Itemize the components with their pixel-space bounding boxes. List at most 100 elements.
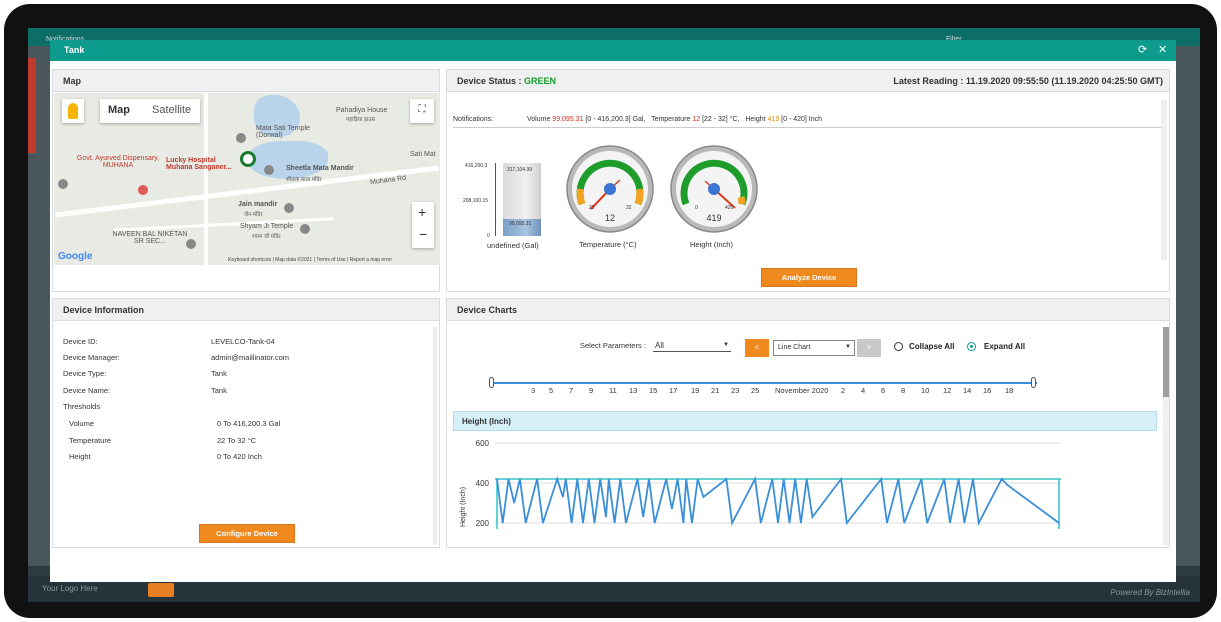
fullscreen-icon[interactable]: ⛶ xyxy=(410,99,434,123)
status-label: Device Status : xyxy=(457,76,522,86)
timeline-label: 14 xyxy=(963,386,972,395)
collapse-all-label[interactable]: Collapse All xyxy=(909,342,955,351)
lake-shape xyxy=(248,141,328,179)
tank-upper-label: 317,104.99 xyxy=(507,167,533,173)
powered-by: Powered By BizIntellia xyxy=(1110,588,1190,597)
threshold-label: Height xyxy=(69,452,91,461)
device-name-value: Tank xyxy=(211,386,227,395)
tank-tick-label: 208,100.15 xyxy=(463,198,489,204)
status-value: GREEN xyxy=(524,76,557,86)
terms-link[interactable]: Terms of Use xyxy=(316,257,345,263)
info-label: Device Type: xyxy=(63,369,107,378)
map-canvas[interactable]: Map Satellite ⛶ + − Pahadiya House पहाड़… xyxy=(54,93,440,265)
threshold-value: 0 To 420 Inch xyxy=(217,452,262,461)
map-label-shyam-hi: श्याम जी मंदिर xyxy=(252,234,281,240)
timeline-label: 5 xyxy=(549,386,554,395)
map-label-pahadiya: Pahadiya House xyxy=(336,107,388,114)
map-label-govt: Govt. Ayurved Dispensary, MUHANA xyxy=(76,155,160,169)
analyze-device-button[interactable]: Analyze Device xyxy=(761,268,857,287)
timeline-label: 4 xyxy=(861,386,866,395)
thresholds-heading: Thresholds xyxy=(63,402,101,411)
map-panel-title: Map xyxy=(53,70,439,92)
prev-range-button[interactable]: < xyxy=(745,339,769,357)
timeline-label: 9 xyxy=(589,386,594,395)
close-icon[interactable]: ✕ xyxy=(1158,43,1167,56)
expand-all-label[interactable]: Expand All xyxy=(984,342,1025,351)
menu-button[interactable] xyxy=(148,583,174,597)
temple-icon xyxy=(300,224,310,234)
zoom-control: + − xyxy=(412,202,434,248)
volume-value: 99,095.31 xyxy=(552,116,584,123)
timeline-label: 13 xyxy=(629,386,638,395)
timeline-label: November 2020 xyxy=(775,386,829,395)
tank-caption: undefined (Gal) xyxy=(487,241,539,250)
temp-label: Temperature xyxy=(651,116,691,123)
map-label-sheetla-hi: शीतला माता मंदिर xyxy=(286,177,322,183)
y-tick-label: 200 xyxy=(476,519,490,528)
zoom-in-icon[interactable]: + xyxy=(418,204,426,220)
timeline-label: 21 xyxy=(711,386,720,395)
charts-scrollbar[interactable] xyxy=(1163,327,1169,545)
refresh-icon[interactable]: ⟳ xyxy=(1138,43,1147,56)
street-view-button[interactable] xyxy=(62,99,84,123)
map-tab[interactable]: Map xyxy=(108,104,130,116)
height-range: [0 - 420] Inch xyxy=(781,116,823,123)
height-value: 419 xyxy=(767,116,780,123)
height-gauge: 0 420 419 xyxy=(670,145,758,233)
temp-gauge-value: 12 xyxy=(605,213,615,223)
chart-type-select[interactable]: Line Chart ▼ xyxy=(773,340,855,356)
collapse-all-radio[interactable] xyxy=(894,342,903,351)
timeline-label: 12 xyxy=(943,386,952,395)
radio-dot xyxy=(970,345,973,348)
device-charts-title: Device Charts xyxy=(447,299,1169,321)
map-type-control: Map Satellite xyxy=(100,99,200,123)
configure-device-button[interactable]: Configure Device xyxy=(199,524,295,543)
zoom-out-icon[interactable]: − xyxy=(419,226,427,242)
map-label-jain: Jain mandir xyxy=(238,201,278,208)
timeline-label: 16 xyxy=(983,386,992,395)
volume-label: Volume xyxy=(526,116,551,123)
dropdown-arrow-icon: ▼ xyxy=(723,342,729,348)
timeline-navigator[interactable]: 3 5 7 9 11 13 15 17 19 21 23 25 November 2020 2 4 6 8 10 1… xyxy=(489,376,1037,396)
threshold-label: Volume xyxy=(69,419,95,428)
satellite-tab[interactable]: Satellite xyxy=(152,104,191,116)
timeline-label: 17 xyxy=(669,386,678,395)
parameters-select-value: All xyxy=(655,341,664,350)
keyboard-shortcuts-link[interactable]: Keyboard shortcuts xyxy=(228,257,271,263)
expand-all-radio[interactable] xyxy=(967,342,976,351)
threshold-label: Temperature xyxy=(69,436,112,445)
map-label-lucky: Lucky Hospital Muhana Sanganer... xyxy=(166,157,232,171)
next-range-button[interactable]: > xyxy=(857,339,881,357)
height-max-label: 420 xyxy=(725,205,734,211)
height-min-label: 0 xyxy=(695,205,698,211)
temp-range: [22 - 32] °C, xyxy=(702,116,740,123)
tank-axis xyxy=(495,163,496,236)
height-caption: Height (Inch) xyxy=(690,240,733,249)
device-information-title: Device Information xyxy=(53,299,439,321)
temple-icon xyxy=(236,133,246,143)
timeline-label: 25 xyxy=(751,386,760,395)
info-label: Device ID: xyxy=(63,337,98,346)
timeline-labels: 3 5 7 9 11 13 15 17 19 21 23 25 November 2020 2 4 6 8 10 1… xyxy=(491,386,1037,396)
device-location-marker[interactable] xyxy=(240,151,256,167)
temperature-caption: Temperature (°C) xyxy=(579,240,637,249)
google-logo: Google xyxy=(58,251,93,262)
map-label-jain-hi: जैन मंदिर xyxy=(244,212,263,218)
temple-icon xyxy=(284,203,294,213)
charts-scroll-thumb[interactable] xyxy=(1163,327,1169,397)
modal-title: Tank xyxy=(64,45,85,55)
tank-tick-label: 0 xyxy=(487,233,490,239)
info-scrollbar[interactable] xyxy=(433,327,437,545)
chevron-down-icon: ▼ xyxy=(845,344,851,350)
height-chart-section-header: Height (Inch) xyxy=(453,411,1157,431)
report-error-link[interactable]: Report a map error xyxy=(350,257,392,263)
timeline-label: 6 xyxy=(881,386,886,395)
parameters-select[interactable]: All ▼ xyxy=(653,339,731,352)
y-tick-label: 400 xyxy=(476,479,490,488)
map-label-mata-sati: Mata Sati Temple (Dorwal) xyxy=(256,125,310,139)
select-parameters-label: Select Parameters : xyxy=(580,341,646,350)
status-scrollbar[interactable] xyxy=(1161,100,1167,260)
temp-max-label: 32 xyxy=(626,205,632,211)
temp-min-label: 22 xyxy=(589,205,595,211)
timeline-line xyxy=(491,382,1037,384)
